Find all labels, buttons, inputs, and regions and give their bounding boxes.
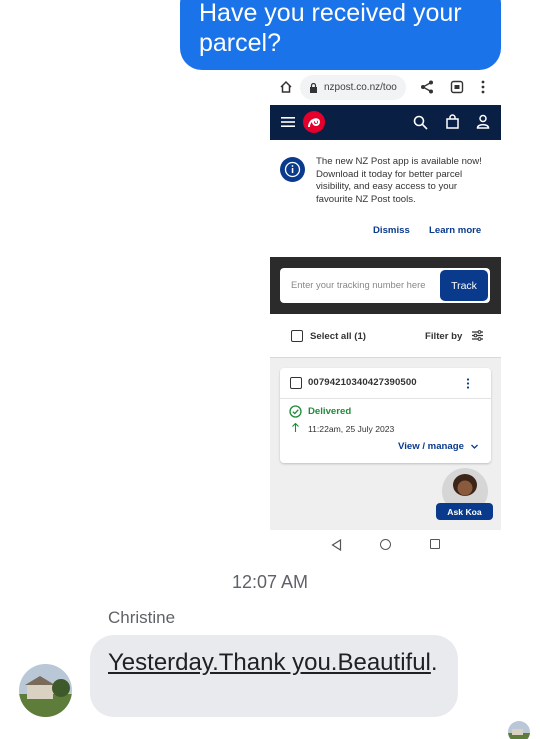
home-icon[interactable] bbox=[279, 80, 293, 94]
parcel-checkbox[interactable] bbox=[290, 377, 302, 389]
read-receipt-avatar bbox=[508, 721, 530, 739]
shopping-bag-icon[interactable] bbox=[445, 114, 460, 129]
shared-screenshot[interactable]: nzpost.co.nz/too The new NZ Post app is … bbox=[270, 70, 501, 560]
sender-name: Christine bbox=[108, 608, 176, 627]
ask-koa-button[interactable]: Ask Koa bbox=[436, 503, 493, 520]
tracking-section: Enter your tracking number here Track bbox=[270, 257, 501, 314]
parcel-list-header: Select all (1) Filter by bbox=[270, 314, 501, 358]
received-message-bubble[interactable]: Yesterday.Thank you.Beautiful. bbox=[90, 635, 458, 717]
select-all-checkbox[interactable] bbox=[291, 330, 303, 342]
search-icon[interactable] bbox=[413, 115, 428, 130]
filter-by-button[interactable]: Filter by bbox=[425, 331, 462, 342]
parcel-card[interactable]: 00794210340427390500 Delivered 11:22am, … bbox=[280, 368, 491, 463]
sent-message-text: Have you received your parcel? bbox=[199, 0, 462, 57]
nz-post-logo[interactable] bbox=[303, 111, 325, 133]
chevron-down-icon[interactable] bbox=[470, 442, 479, 451]
delivered-check-icon bbox=[289, 405, 302, 418]
banner-message: The new NZ Post app is available now! Do… bbox=[316, 156, 482, 205]
url-field[interactable]: nzpost.co.nz/too bbox=[300, 75, 406, 100]
view-manage-link[interactable]: View / manage bbox=[398, 441, 464, 452]
learn-more-link[interactable]: Learn more bbox=[429, 225, 481, 236]
received-message-trailing: . bbox=[430, 649, 438, 676]
browser-menu-icon[interactable] bbox=[478, 80, 488, 94]
parcel-date: 11:22am, 25 July 2023 bbox=[308, 424, 395, 434]
account-icon[interactable] bbox=[476, 114, 490, 129]
android-navigation-bar bbox=[270, 530, 501, 560]
nav-recents-icon[interactable] bbox=[430, 539, 440, 549]
nav-home-icon[interactable] bbox=[380, 539, 391, 550]
card-divider bbox=[280, 398, 491, 399]
hamburger-menu-icon[interactable] bbox=[281, 116, 295, 128]
url-text: nzpost.co.nz/too bbox=[324, 82, 397, 93]
arrow-up-icon bbox=[292, 422, 299, 432]
app-promo-banner: The new NZ Post app is available now! Do… bbox=[270, 140, 501, 257]
tab-switcher-icon[interactable] bbox=[450, 80, 464, 94]
dismiss-button[interactable]: Dismiss bbox=[373, 225, 410, 236]
browser-address-bar: nzpost.co.nz/too bbox=[270, 70, 501, 105]
parcel-tracking-number: 00794210340427390500 bbox=[308, 377, 417, 388]
lock-icon bbox=[310, 82, 317, 93]
message-timestamp: 12:07 AM bbox=[231, 572, 309, 592]
site-header bbox=[270, 105, 501, 140]
info-icon bbox=[280, 157, 305, 182]
track-button[interactable]: Track bbox=[440, 270, 488, 301]
filter-sliders-icon[interactable] bbox=[472, 330, 483, 341]
parcel-status: Delivered bbox=[308, 406, 352, 417]
parcel-menu-icon[interactable] bbox=[466, 378, 470, 389]
share-icon[interactable] bbox=[420, 80, 434, 94]
nav-back-icon[interactable] bbox=[331, 539, 342, 551]
contact-avatar[interactable] bbox=[19, 664, 72, 717]
parcel-list: 00794210340427390500 Delivered 11:22am, … bbox=[270, 358, 501, 530]
sent-message-bubble[interactable]: Have you received your parcel? bbox=[180, 0, 501, 70]
select-all-label[interactable]: Select all (1) bbox=[310, 331, 366, 342]
received-message-link[interactable]: Yesterday.Thank you.Beautiful bbox=[108, 649, 431, 676]
